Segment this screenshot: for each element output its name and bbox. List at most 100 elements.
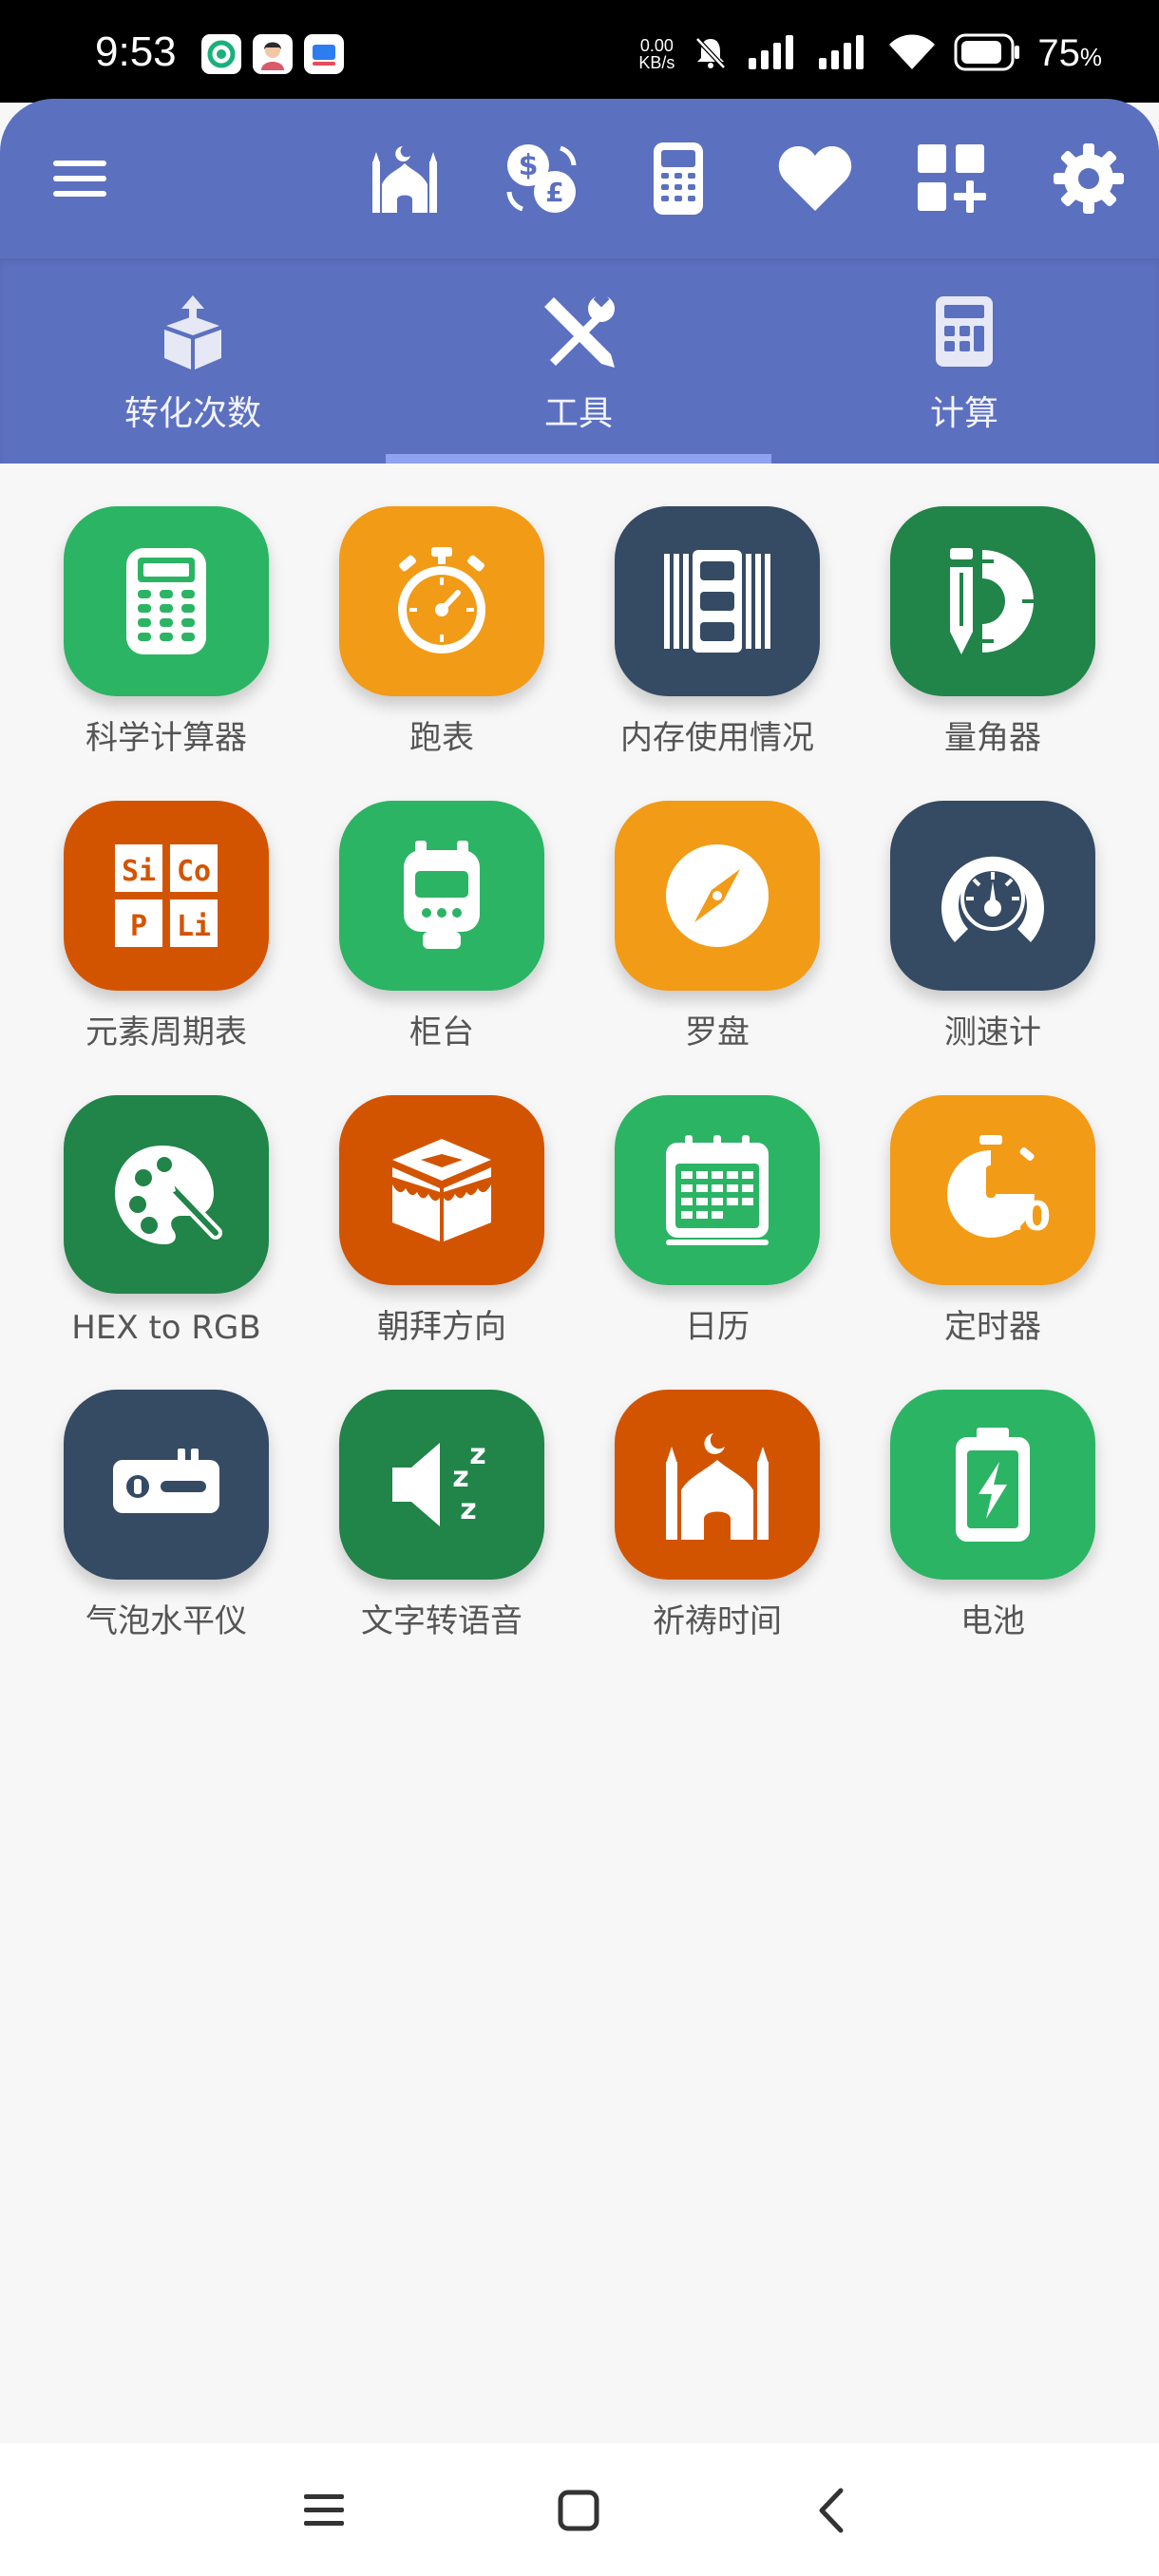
mosque-icon [372,146,437,213]
tool-label: 测速计 [944,1013,1041,1051]
tool-qibla-direction[interactable]: 朝拜方向 [304,1052,580,1347]
tab-label: 转化次数 [124,394,261,433]
tool-speedometer[interactable]: 测速计 [855,758,1130,1052]
tool-hex-to-rgb[interactable]: HEX to RGB [28,1052,304,1347]
timer-icon-value: 10 [996,1193,1050,1240]
svg-text:$: $ [519,149,539,182]
tool-label: 祈祷时间 [653,1602,782,1640]
tool-battery[interactable]: 电池 [855,1347,1130,1641]
tab-tools[interactable]: 工具 [386,258,771,464]
tool-label: 朝拜方向 [377,1308,506,1346]
svg-text:z: z [460,1493,476,1526]
calculator-icon [922,289,1007,374]
compass-icon [615,801,820,991]
tool-label: 内存使用情况 [620,719,814,757]
tool-label: 元素周期表 [86,1013,247,1051]
menu-button[interactable] [40,139,120,218]
periodic-symbol-li: Li [177,910,211,943]
status-icons: 0.00 KB/s 75% [638,32,1102,75]
tool-scientific-calculator[interactable]: 科学计算器 [28,464,304,758]
tab-bar: 转化次数 工具 计算 [0,258,1159,464]
calculator-toolbar-button[interactable] [638,139,718,218]
heart-icon [778,146,852,211]
tool-calendar[interactable]: 日历 [580,1052,855,1347]
navigation-bar [0,2443,1159,2576]
scientific-calculator-icon [64,506,269,696]
mute-bell-icon [692,33,730,75]
tool-label: 日历 [685,1308,750,1346]
home-button[interactable] [545,2477,612,2544]
recent-apps-button[interactable] [291,2477,357,2544]
memory-icon [615,506,820,696]
protractor-icon [890,506,1095,696]
tool-label: 气泡水平仪 [86,1602,247,1640]
tool-stopwatch[interactable]: 跑表 [304,464,580,758]
periodic-table-icon: Si Co P Li [64,801,269,991]
tools-icon [536,289,621,374]
prayer-toolbar-button[interactable] [365,139,445,218]
battery-status-icon [954,33,1020,75]
tool-label: 电池 [960,1602,1025,1640]
palette-icon [64,1095,269,1294]
periodic-symbol-si: Si [122,855,156,888]
gear-icon [1054,143,1124,214]
home-icon [558,2490,599,2531]
periodic-symbol-co: Co [177,855,211,888]
notification-app-icon [201,34,241,74]
add-widget-icon [918,144,986,213]
calculator-icon [654,142,703,215]
tab-calculate[interactable]: 计算 [771,258,1157,464]
battery-icon [890,1390,1095,1580]
bubble-level-icon [64,1390,269,1580]
tool-label: 文字转语音 [361,1602,522,1640]
add-widget-button[interactable] [912,139,992,218]
favorites-button[interactable] [775,139,855,218]
tool-counter[interactable]: 柜台 [304,758,580,1052]
network-speed-unit: KB/s [638,52,675,72]
back-icon [819,2488,844,2533]
tool-prayer-times[interactable]: 祈祷时间 [580,1347,855,1641]
battery-percentage: 75% [1037,32,1102,75]
notification-cloud-icon [304,34,344,74]
back-button[interactable] [798,2477,864,2544]
tool-label: 跑表 [409,719,474,757]
prayer-time-icon [615,1390,820,1580]
text-to-speech-icon: zzz [339,1390,544,1580]
periodic-symbol-p: P [130,910,147,943]
svg-text:z: z [452,1461,468,1494]
tool-memory-usage[interactable]: 内存使用情况 [580,464,855,758]
tool-compass[interactable]: 罗盘 [580,758,855,1052]
tool-protractor[interactable]: 量角器 [855,464,1130,758]
notification-avatar-icon [253,34,293,74]
settings-button[interactable] [1049,139,1129,218]
tool-bubble-level[interactable]: 气泡水平仪 [28,1347,304,1641]
signal-2-icon [817,34,870,73]
status-bar: 9:53 0.00 KB/s 75% [0,0,1159,103]
currency-toolbar-button[interactable]: $ £ [502,139,581,218]
tab-label: 工具 [543,394,613,433]
tool-label: 科学计算器 [86,719,247,757]
speedometer-icon [890,801,1095,991]
menu-icon [53,161,106,197]
tool-periodic-table[interactable]: Si Co P Li 元素周期表 [28,758,304,1052]
svg-text:£: £ [545,177,563,208]
tab-label: 计算 [929,394,998,433]
tool-label: 定时器 [944,1308,1041,1346]
counter-icon [339,801,544,991]
tool-timer[interactable]: 10 定时器 [855,1052,1130,1347]
recent-apps-icon [304,2494,344,2526]
tab-conversions[interactable]: 转化次数 [0,258,386,464]
battery-unit: % [1079,43,1102,71]
conversion-icon [150,289,236,374]
wifi-icon [887,33,937,75]
status-time: 9:53 [95,28,177,75]
tool-text-to-speech[interactable]: zzz 文字转语音 [304,1347,580,1641]
tool-label: 量角器 [944,719,1041,757]
kaaba-icon [339,1095,544,1285]
network-speed-value: 0.00 [639,35,674,55]
app-bar: $ £ [0,99,1159,258]
calendar-icon [615,1095,820,1285]
signal-1-icon [747,34,800,73]
stopwatch-icon [339,506,544,696]
network-speed: 0.00 KB/s [638,37,674,71]
